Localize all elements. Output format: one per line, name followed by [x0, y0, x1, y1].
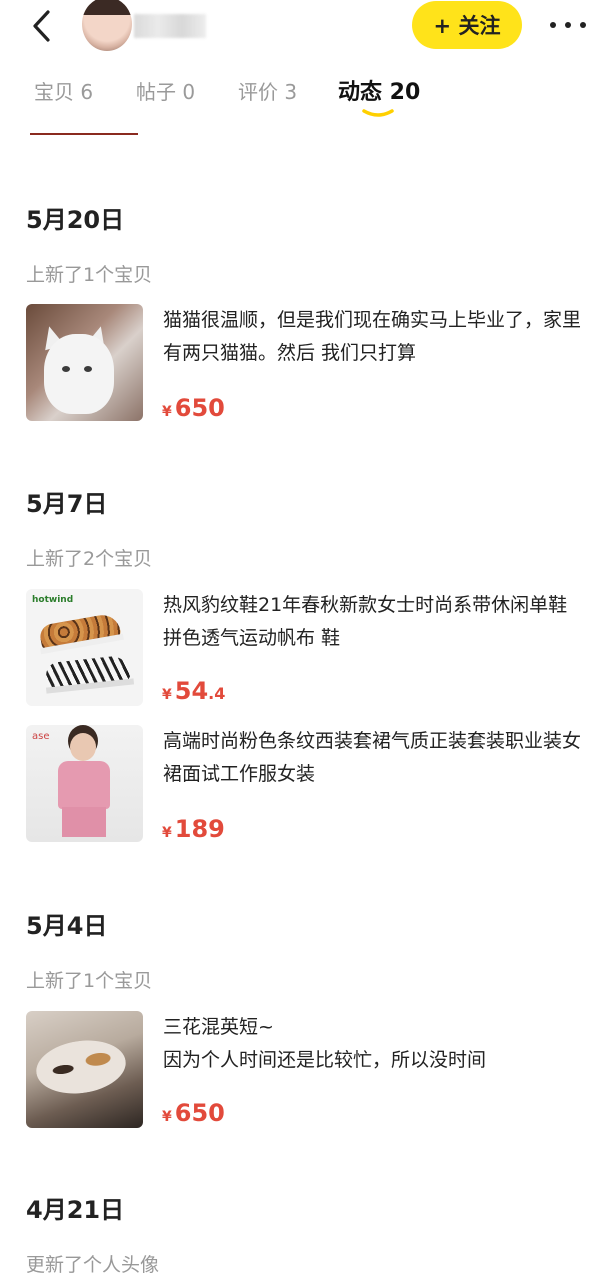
tab-reviews[interactable]: 评价 3: [238, 76, 297, 105]
tab-items[interactable]: 宝贝 6: [34, 76, 93, 105]
item-price: ¥54.4: [162, 677, 226, 705]
section-subtitle: 上新了2个宝贝: [26, 548, 153, 570]
section-date: 4月21日: [26, 1196, 125, 1224]
item-title: 三花混英短~ 因为个人时间还是比较忙，所以没时间: [163, 1016, 487, 1071]
tab-activity[interactable]: 动态 20: [338, 74, 420, 106]
profile-tabs: 宝贝 6 帖子 0 评价 3 动态 20: [0, 72, 610, 122]
list-item[interactable]: 三花混英短~ 因为个人时间还是比较忙，所以没时间 ¥650: [26, 1011, 586, 1129]
section-subtitle: 上新了1个宝贝: [26, 970, 153, 992]
item-price: ¥189: [162, 815, 225, 843]
profile-header: + 关注: [0, 0, 610, 58]
avatar[interactable]: [82, 0, 132, 51]
item-title: 猫猫很温顺，但是我们现在确实马上毕业了，家里有两只猫猫。然后 我们只打算: [163, 309, 582, 364]
section-subtitle: 更新了个人头像: [26, 1254, 160, 1276]
active-tab-indicator: [362, 109, 394, 117]
section-date: 5月4日: [26, 912, 108, 940]
tab-posts[interactable]: 帖子 0: [136, 76, 195, 105]
list-item[interactable]: 猫猫很温顺，但是我们现在确实马上毕业了，家里有两只猫猫。然后 我们只打算 ¥65…: [26, 304, 586, 422]
item-price: ¥650: [162, 1099, 225, 1127]
item-title: 高端时尚粉色条纹西装套裙气质正装套装职业装女裙面试工作服女装: [163, 730, 582, 785]
item-thumbnail[interactable]: [26, 304, 143, 421]
item-thumbnail[interactable]: [26, 1011, 143, 1128]
chevron-left-icon[interactable]: [26, 6, 60, 46]
username-blurred: [134, 14, 206, 38]
item-price: ¥650: [162, 394, 225, 422]
more-horizontal-icon[interactable]: [548, 10, 588, 38]
section-date: 5月20日: [26, 206, 125, 234]
section-subtitle: 上新了1个宝贝: [26, 264, 153, 286]
item-thumbnail[interactable]: ase: [26, 725, 143, 842]
list-item[interactable]: ase 高端时尚粉色条纹西装套裙气质正装套装职业装女裙面试工作服女装 ¥189: [26, 725, 586, 843]
list-item[interactable]: hotwind 热风豹纹鞋21年春秋新款女士时尚系带休闲单鞋拼色透气运动帆布 鞋…: [26, 589, 586, 707]
follow-button[interactable]: + 关注: [412, 1, 522, 49]
divider: [30, 133, 138, 135]
item-title: 热风豹纹鞋21年春秋新款女士时尚系带休闲单鞋拼色透气运动帆布 鞋: [163, 594, 568, 649]
item-thumbnail[interactable]: hotwind: [26, 589, 143, 706]
section-date: 5月7日: [26, 490, 108, 518]
